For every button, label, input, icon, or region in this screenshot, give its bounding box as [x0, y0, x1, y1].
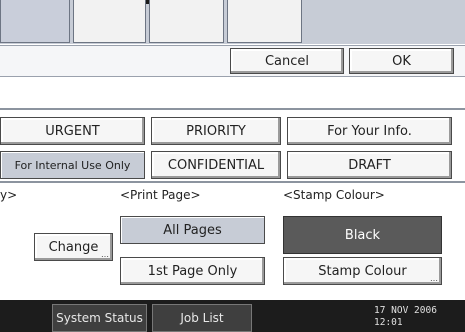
- ok-button[interactable]: OK: [349, 48, 454, 74]
- partial-label: y>: [0, 188, 18, 202]
- stamp-confidential-button[interactable]: CONFIDENTIAL: [151, 151, 281, 179]
- stamp-label: For Internal Use Only: [14, 158, 131, 172]
- tab-1[interactable]: [0, 0, 70, 43]
- ellipsis-icon: …: [430, 274, 438, 283]
- system-status-label: System Status: [56, 311, 143, 325]
- ok-label: OK: [392, 53, 411, 69]
- tab-3[interactable]: [149, 0, 224, 43]
- system-status-button[interactable]: System Status: [52, 304, 147, 332]
- time-display: 12:01: [374, 317, 403, 328]
- cancel-label: Cancel: [264, 53, 310, 69]
- first-page-label: 1st Page Only: [147, 263, 238, 279]
- stamp-draft-button[interactable]: DRAFT: [287, 151, 452, 179]
- stamp-priority-button[interactable]: PRIORITY: [151, 117, 281, 145]
- change-label: Change: [48, 239, 99, 255]
- date-display: 17 NOV 2006: [374, 305, 437, 316]
- all-pages-label: All Pages: [163, 222, 222, 238]
- section-divider: [0, 181, 465, 183]
- colour-value: Black: [344, 227, 381, 243]
- stamp-colour-button-label: Stamp Colour: [318, 263, 407, 279]
- stamp-label: DRAFT: [348, 157, 391, 173]
- stamp-label: CONFIDENTIAL: [167, 157, 265, 173]
- stamp-colour-button[interactable]: Stamp Colour …: [283, 257, 442, 285]
- stamp-label: PRIORITY: [186, 123, 246, 139]
- colour-value-button[interactable]: Black: [283, 216, 442, 254]
- first-page-only-button[interactable]: 1st Page Only: [120, 257, 265, 285]
- stamp-label: For Your Info.: [327, 123, 412, 139]
- stamp-for-your-info-button[interactable]: For Your Info.: [287, 117, 452, 145]
- ellipsis-icon: …: [101, 250, 109, 259]
- cancel-button[interactable]: Cancel: [230, 48, 344, 74]
- stamp-colour-label: <Stamp Colour>: [283, 188, 385, 202]
- stamp-label: URGENT: [45, 123, 100, 139]
- print-page-label: <Print Page>: [120, 188, 201, 202]
- change-button[interactable]: Change…: [34, 233, 113, 261]
- tab-4[interactable]: [227, 0, 302, 43]
- all-pages-button[interactable]: All Pages: [120, 216, 265, 244]
- job-list-label: Job List: [180, 311, 224, 325]
- stamp-internal-use-button[interactable]: For Internal Use Only: [0, 151, 145, 179]
- job-list-button[interactable]: Job List: [152, 304, 252, 332]
- stamp-urgent-button[interactable]: URGENT: [0, 117, 145, 145]
- tab-2[interactable]: [73, 0, 146, 43]
- section-divider: [0, 108, 465, 110]
